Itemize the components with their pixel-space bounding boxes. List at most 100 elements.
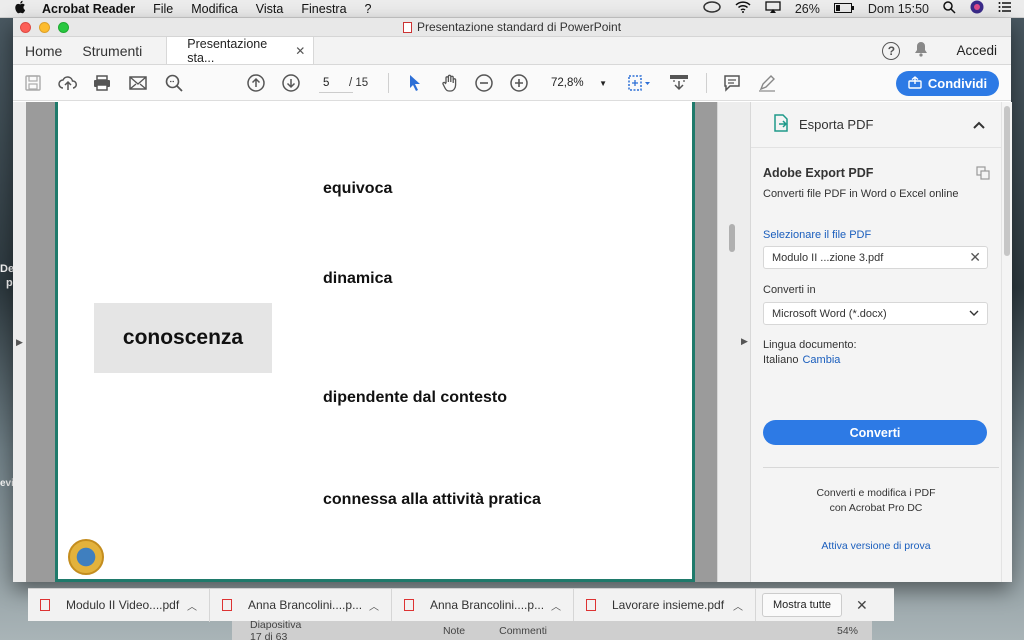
download-item-label: Anna Brancolini....p...: [248, 598, 363, 612]
change-language-link[interactable]: Cambia: [802, 354, 840, 366]
bell-icon[interactable]: [914, 41, 928, 60]
sign-in-link[interactable]: Accedi: [956, 43, 997, 58]
select-cursor-icon[interactable]: [405, 73, 425, 93]
clock[interactable]: Dom 15:50: [868, 2, 929, 16]
panel-scrollbar[interactable]: [1001, 102, 1012, 582]
help-icon[interactable]: ?: [882, 41, 901, 60]
download-item[interactable]: Modulo II Video....pdf ︿: [28, 588, 210, 622]
battery-icon[interactable]: [833, 2, 854, 16]
zoom-percent: 54%: [836, 624, 858, 637]
zoom-window-button[interactable]: [58, 22, 69, 33]
mac-menubar: Acrobat Reader File Modifica Vista Fines…: [0, 0, 1024, 18]
export-pdf-header[interactable]: Esporta PDF: [751, 102, 1001, 148]
collapse-chevron-icon[interactable]: [973, 118, 985, 132]
copy-icon[interactable]: [976, 166, 990, 183]
toolbar: 5 / 15 72,8% ▼ Condividi: [13, 65, 1011, 101]
spotlight-icon[interactable]: [943, 0, 956, 17]
scrolling-mode-icon[interactable]: [669, 73, 689, 93]
close-tab-icon[interactable]: ✕: [295, 44, 305, 58]
export-pdf-title: Esporta PDF: [799, 117, 874, 132]
battery-percent: 26%: [794, 1, 820, 16]
chevron-up-icon[interactable]: ︿: [187, 598, 197, 613]
menu-finestra[interactable]: Finestra: [301, 2, 346, 16]
comment-icon[interactable]: [722, 73, 742, 93]
menu-modifica[interactable]: Modifica: [191, 2, 238, 16]
desktop-label-2: evi: [0, 478, 14, 489]
document-viewer[interactable]: ▶ equivoca dinamica conoscenza dipendent…: [13, 102, 750, 582]
convert-button[interactable]: Converti: [763, 420, 987, 445]
toolbar-divider: [706, 73, 707, 93]
selected-file-field[interactable]: Modulo II ...zione 3.pdf ✕: [763, 246, 988, 269]
search-text-icon[interactable]: [164, 73, 184, 93]
desktop-label: De p: [0, 263, 15, 289]
pdf-page: equivoca dinamica conoscenza dipendente …: [55, 102, 695, 582]
download-item[interactable]: Anna Brancolini....p... ︿: [210, 588, 392, 622]
document-language: Lingua documento: Italiano Cambia: [763, 338, 857, 368]
select-file-link[interactable]: Selezionare il file PDF: [763, 229, 871, 241]
minimize-window-button[interactable]: [39, 22, 50, 33]
close-downloads-icon[interactable]: ✕: [856, 597, 868, 614]
format-select[interactable]: Microsoft Word (*.docx): [763, 302, 988, 325]
chevron-down-icon: ▼: [599, 78, 607, 88]
left-panel-toggle[interactable]: ▶: [13, 102, 26, 582]
email-icon[interactable]: [128, 73, 148, 93]
fit-page-icon[interactable]: [625, 73, 653, 93]
zoom-value: 72,8%: [551, 77, 584, 89]
activate-trial-link[interactable]: Attiva versione di prova: [751, 540, 1001, 552]
downloads-bar: Modulo II Video....pdf ︿ Anna Brancolini…: [28, 588, 894, 622]
scrollbar-thumb[interactable]: [729, 224, 735, 252]
share-button[interactable]: Condividi: [896, 71, 999, 96]
apple-icon[interactable]: [14, 0, 28, 17]
previous-page-icon[interactable]: [246, 73, 266, 93]
close-window-button[interactable]: [20, 22, 31, 33]
menu-vista[interactable]: Vista: [256, 2, 284, 16]
tab-tools[interactable]: Strumenti: [74, 37, 154, 64]
save-icon[interactable]: [23, 73, 43, 93]
viewer-scrollbar[interactable]: ▶: [717, 102, 750, 582]
cloud-upload-icon[interactable]: [58, 73, 78, 93]
download-item[interactable]: Lavorare insieme.pdf ︿: [574, 588, 756, 622]
comments-button[interactable]: Commenti: [499, 625, 547, 637]
share-icon: [908, 75, 922, 92]
slide-word-3: dipendente dal contesto: [323, 389, 508, 406]
menu-help[interactable]: ?: [365, 2, 372, 16]
print-icon[interactable]: [92, 73, 112, 93]
right-panel-toggle-icon[interactable]: ▶: [741, 336, 748, 347]
pdf-file-icon: [404, 599, 414, 611]
hand-tool-icon[interactable]: [440, 73, 460, 93]
wifi-icon[interactable]: [735, 1, 751, 16]
siri-icon[interactable]: [970, 0, 984, 17]
menu-app-name[interactable]: Acrobat Reader: [42, 2, 135, 16]
chevron-up-icon[interactable]: ︿: [733, 598, 743, 613]
notification-center-icon[interactable]: [998, 1, 1012, 16]
clear-file-icon[interactable]: ✕: [969, 249, 981, 266]
zoom-in-icon[interactable]: [509, 73, 529, 93]
chevron-up-icon[interactable]: ︿: [369, 598, 379, 613]
sign-pen-icon[interactable]: [757, 73, 777, 93]
zoom-out-icon[interactable]: [474, 73, 494, 93]
export-pdf-icon: [773, 114, 789, 135]
page-number-input[interactable]: 5: [319, 73, 353, 93]
airplay-icon[interactable]: [765, 1, 781, 16]
window-title: Presentazione standard di PowerPoint: [416, 20, 622, 34]
zoom-select[interactable]: 72,8% ▼: [549, 73, 609, 93]
menu-file[interactable]: File: [153, 2, 173, 16]
next-page-icon[interactable]: [281, 73, 301, 93]
university-seal-logo: [68, 539, 104, 575]
adobe-export-subtitle: Converti file PDF in Word o Excel online: [763, 188, 959, 200]
notes-button[interactable]: Note: [443, 625, 465, 637]
panel-scrollbar-thumb[interactable]: [1004, 106, 1010, 256]
expand-left-icon: ▶: [16, 336, 23, 347]
chevron-up-icon[interactable]: ︿: [551, 598, 561, 613]
panel-divider: [763, 467, 999, 468]
tab-document[interactable]: Presentazione sta... ✕: [166, 37, 315, 65]
slide-word-1: equivoca: [323, 180, 393, 197]
slide-word-2: dinamica: [323, 270, 393, 287]
download-item[interactable]: Anna Brancolini....p... ︿: [392, 588, 574, 622]
show-all-button[interactable]: Mostra tutte: [762, 593, 842, 617]
creative-cloud-icon[interactable]: [703, 1, 721, 16]
tab-home[interactable]: Home: [13, 37, 74, 64]
title-bar[interactable]: Presentazione standard di PowerPoint: [13, 18, 1011, 37]
export-pdf-panel: Esporta PDF Adobe Export PDF Converti fi…: [750, 102, 1012, 582]
download-item-label: Anna Brancolini....p...: [430, 598, 545, 612]
